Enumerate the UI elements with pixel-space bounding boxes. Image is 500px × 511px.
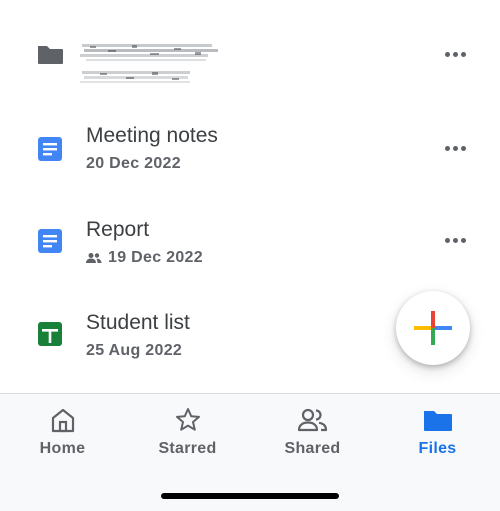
more-options-button[interactable] bbox=[438, 230, 472, 250]
dot bbox=[452, 145, 458, 151]
redacted-title bbox=[80, 44, 218, 83]
file-date: 19 Dec 2022 bbox=[86, 249, 203, 267]
nav-home[interactable]: Home bbox=[0, 394, 125, 474]
dot bbox=[460, 237, 466, 243]
file-date: 25 Aug 2022 bbox=[86, 342, 182, 360]
file-title: Report bbox=[86, 218, 150, 241]
star-icon bbox=[175, 408, 200, 431]
sheet-icon bbox=[38, 322, 62, 346]
nav-shared[interactable]: Shared bbox=[250, 394, 375, 474]
date-text: 25 Aug 2022 bbox=[86, 342, 183, 359]
nav-starred[interactable]: Starred bbox=[125, 394, 250, 474]
dot bbox=[444, 51, 450, 57]
date-text: 20 Dec 2022 bbox=[86, 155, 181, 172]
shared-people-icon bbox=[86, 253, 102, 263]
file-title: Student list bbox=[86, 311, 190, 334]
dot bbox=[444, 237, 450, 243]
create-new-button[interactable] bbox=[396, 291, 470, 365]
home-indicator[interactable] bbox=[161, 493, 339, 499]
nav-label: Starred bbox=[158, 440, 217, 457]
home-icon bbox=[51, 408, 74, 433]
people-icon bbox=[297, 408, 327, 432]
date-text: 19 Dec 2022 bbox=[108, 249, 203, 266]
file-row-folder[interactable] bbox=[0, 10, 500, 102]
dot bbox=[460, 145, 466, 151]
dot bbox=[452, 237, 458, 243]
file-title: Meeting notes bbox=[86, 124, 218, 147]
folder-icon bbox=[38, 46, 63, 64]
dot bbox=[460, 51, 466, 57]
more-options-button[interactable] bbox=[438, 44, 472, 64]
plus-icon bbox=[414, 311, 452, 345]
bottom-nav: Home Starred Shared Files bbox=[0, 394, 500, 511]
file-row-report[interactable]: Report 19 Dec 2022 bbox=[0, 196, 500, 288]
nav-label: Files bbox=[418, 440, 457, 457]
file-row-meeting-notes[interactable]: Meeting notes 20 Dec 2022 bbox=[0, 102, 500, 194]
nav-files[interactable]: Files bbox=[375, 394, 500, 474]
more-options-button[interactable] bbox=[438, 138, 472, 158]
dot bbox=[452, 51, 458, 57]
file-date: 20 Dec 2022 bbox=[86, 155, 181, 173]
folder-icon bbox=[423, 411, 452, 431]
doc-icon bbox=[38, 229, 62, 253]
nav-label: Shared bbox=[284, 440, 341, 457]
dot bbox=[444, 145, 450, 151]
doc-icon bbox=[38, 137, 62, 161]
nav-label: Home bbox=[39, 440, 86, 457]
